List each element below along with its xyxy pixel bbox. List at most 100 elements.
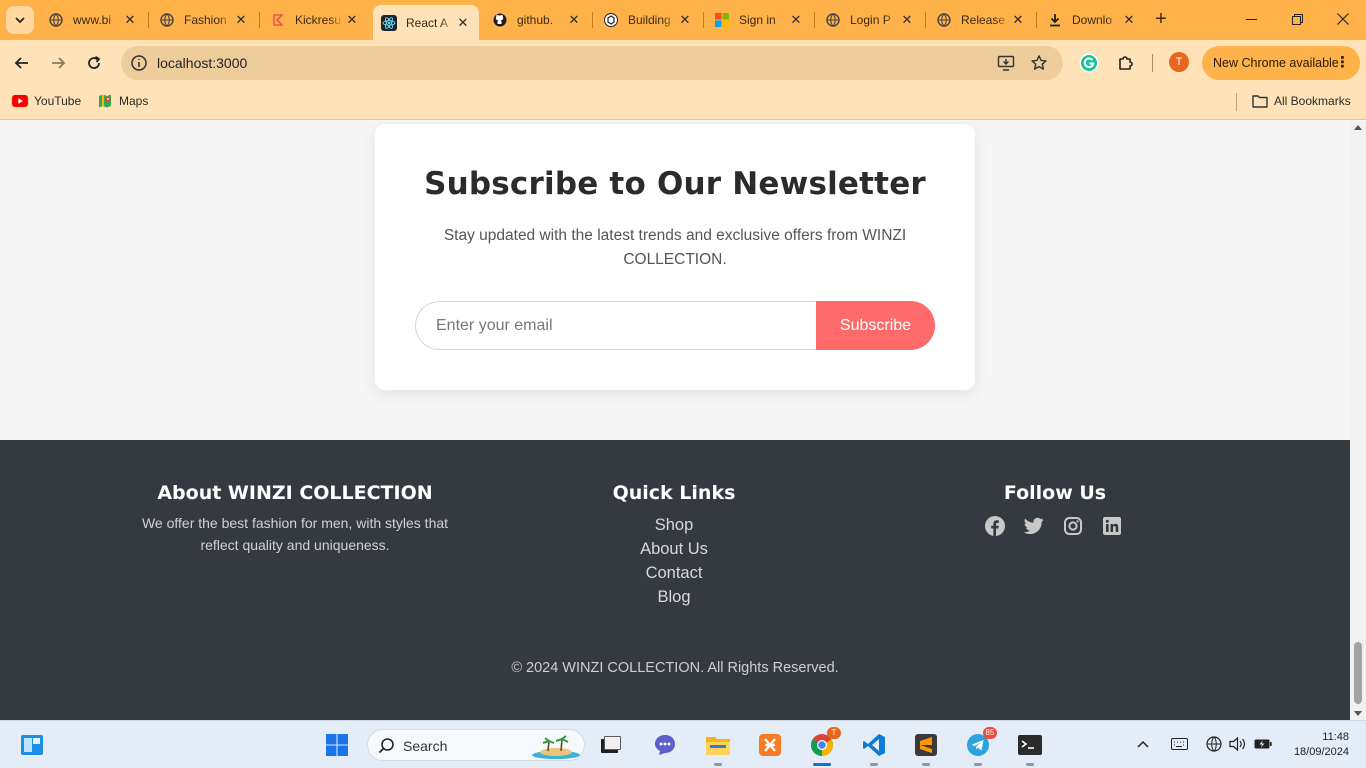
tab-2[interactable]: Kickresu ✕: [262, 4, 368, 36]
arrow-left-icon: [14, 57, 28, 69]
chrome-taskbar-icon[interactable]: T: [809, 727, 841, 758]
close-tab-icon[interactable]: ✕: [677, 12, 693, 28]
tab-7[interactable]: Login P ✕: [817, 4, 923, 36]
close-tab-icon[interactable]: ✕: [566, 12, 582, 28]
bookmark-label: Maps: [119, 94, 149, 108]
close-tab-icon[interactable]: ✕: [344, 12, 360, 28]
tab-separator: [259, 12, 260, 28]
running-indicator: [1026, 763, 1034, 766]
file-explorer-icon[interactable]: [705, 732, 731, 758]
show-hidden-icons-chevron-icon[interactable]: [1134, 735, 1152, 753]
youtube-icon: [12, 93, 28, 109]
twitter-icon[interactable]: [1024, 516, 1044, 536]
new-tab-button[interactable]: +: [1150, 8, 1172, 30]
profile-avatar[interactable]: T: [1169, 52, 1189, 72]
language-globe-icon[interactable]: [1205, 735, 1223, 753]
telegram-unread-badge: 85: [983, 727, 997, 739]
teams-chat-icon[interactable]: [652, 732, 678, 758]
address-bar[interactable]: localhost:3000: [121, 46, 1063, 80]
tab-title: React A: [406, 15, 449, 30]
all-bookmarks-button[interactable]: All Bookmarks: [1252, 93, 1351, 109]
close-tab-icon[interactable]: ✕: [1121, 12, 1137, 28]
close-tab-icon[interactable]: ✕: [122, 12, 138, 28]
quick-links-list: Shop About Us Contact Blog: [574, 513, 774, 609]
close-window-button[interactable]: [1328, 6, 1358, 34]
battery-charging-icon[interactable]: [1254, 735, 1272, 753]
tab-1[interactable]: Fashion ✕: [151, 4, 257, 36]
close-tab-icon[interactable]: ✕: [233, 12, 249, 28]
tab-title: www.bi: [73, 13, 112, 27]
subscribe-button[interactable]: Subscribe: [816, 301, 935, 350]
system-clock[interactable]: 11:48 18/09/2024: [1283, 730, 1349, 760]
close-tab-icon[interactable]: ✕: [788, 12, 804, 28]
globe-icon: [159, 12, 175, 28]
linkedin-icon[interactable]: [1102, 516, 1122, 536]
follow-us-heading: Follow Us: [1003, 482, 1107, 504]
bookmarks-divider: [1236, 93, 1237, 111]
chrome-update-button[interactable]: New Chrome available ⋮: [1202, 46, 1360, 80]
close-tab-icon[interactable]: ✕: [899, 12, 915, 28]
start-windows-icon[interactable]: [324, 732, 350, 758]
restore-button[interactable]: [1282, 6, 1312, 34]
chrome-profile-badge: T: [827, 727, 841, 739]
page-scrollbar[interactable]: [1350, 121, 1366, 720]
scrollbar-thumb[interactable]: [1354, 642, 1362, 704]
bookmark-star-icon[interactable]: [1030, 54, 1048, 72]
tab-search-button[interactable]: [6, 6, 34, 34]
tab-3-active[interactable]: React A ✕: [373, 5, 479, 40]
facebook-icon[interactable]: [985, 516, 1005, 536]
task-view-icon[interactable]: [598, 732, 624, 758]
reload-button[interactable]: [80, 49, 108, 77]
telegram-icon[interactable]: 85: [965, 727, 997, 758]
running-indicator: [870, 763, 878, 766]
minimize-icon: [1245, 19, 1257, 20]
tab-8[interactable]: Release ✕: [928, 4, 1034, 36]
more-menu-icon[interactable]: ⋮: [1335, 46, 1350, 80]
scroll-down-arrow-icon[interactable]: [1354, 711, 1362, 716]
tab-title: Sign in: [739, 13, 776, 27]
volume-icon[interactable]: [1229, 735, 1247, 753]
vscode-icon[interactable]: [861, 732, 887, 758]
instagram-icon[interactable]: [1063, 516, 1083, 536]
copyright-text: © 2024 WINZI COLLECTION. All Rights Rese…: [511, 660, 839, 676]
newsletter-title: Subscribe to Our Newsletter: [424, 166, 926, 202]
newsletter-description: Stay updated with the latest trends and …: [443, 227, 907, 268]
keyboard-icon[interactable]: [1170, 735, 1188, 753]
widgets-icon[interactable]: [19, 732, 45, 758]
footer-link-about-us[interactable]: About Us: [574, 537, 774, 561]
tab-title: Kickresu: [295, 13, 342, 27]
back-button[interactable]: [8, 49, 36, 77]
forward-button[interactable]: [44, 49, 72, 77]
tab-title: Release: [961, 13, 1006, 27]
kickresume-icon: [270, 12, 286, 28]
tab-0[interactable]: www.bi ✕: [40, 4, 146, 36]
minimize-button[interactable]: [1236, 6, 1266, 34]
email-input[interactable]: [415, 301, 819, 350]
terminal-icon[interactable]: [1017, 732, 1043, 758]
bookmark-youtube[interactable]: YouTube: [12, 93, 81, 109]
tab-9[interactable]: Downlo ✕: [1039, 4, 1145, 36]
footer-link-blog[interactable]: Blog: [574, 585, 774, 609]
taskbar-search-box[interactable]: Search: [367, 729, 585, 761]
xampp-icon[interactable]: [757, 732, 783, 758]
tab-separator: [592, 12, 593, 28]
search-highlight-island-icon: [532, 735, 580, 759]
footer-link-contact[interactable]: Contact: [574, 561, 774, 585]
extensions-puzzle-icon[interactable]: [1115, 52, 1137, 74]
tab-4[interactable]: github. ✕: [484, 4, 590, 36]
scroll-up-arrow-icon[interactable]: [1354, 125, 1362, 130]
close-tab-icon[interactable]: ✕: [1010, 12, 1026, 28]
close-tab-icon[interactable]: ✕: [455, 15, 471, 31]
footer-link-shop[interactable]: Shop: [574, 513, 774, 537]
install-app-icon[interactable]: [997, 54, 1015, 72]
tab-5[interactable]: Building ✕: [595, 4, 701, 36]
site-info-icon[interactable]: [130, 54, 148, 72]
openai-icon: [603, 12, 619, 28]
tab-6[interactable]: Sign in ✕: [706, 4, 812, 36]
bookmark-maps[interactable]: Maps: [97, 93, 148, 109]
grammarly-extension-icon[interactable]: [1078, 52, 1100, 74]
sublime-text-icon[interactable]: [913, 732, 939, 758]
tab-title: Downlo: [1072, 13, 1113, 27]
tab-separator: [925, 12, 926, 28]
active-app-indicator: [813, 763, 831, 766]
